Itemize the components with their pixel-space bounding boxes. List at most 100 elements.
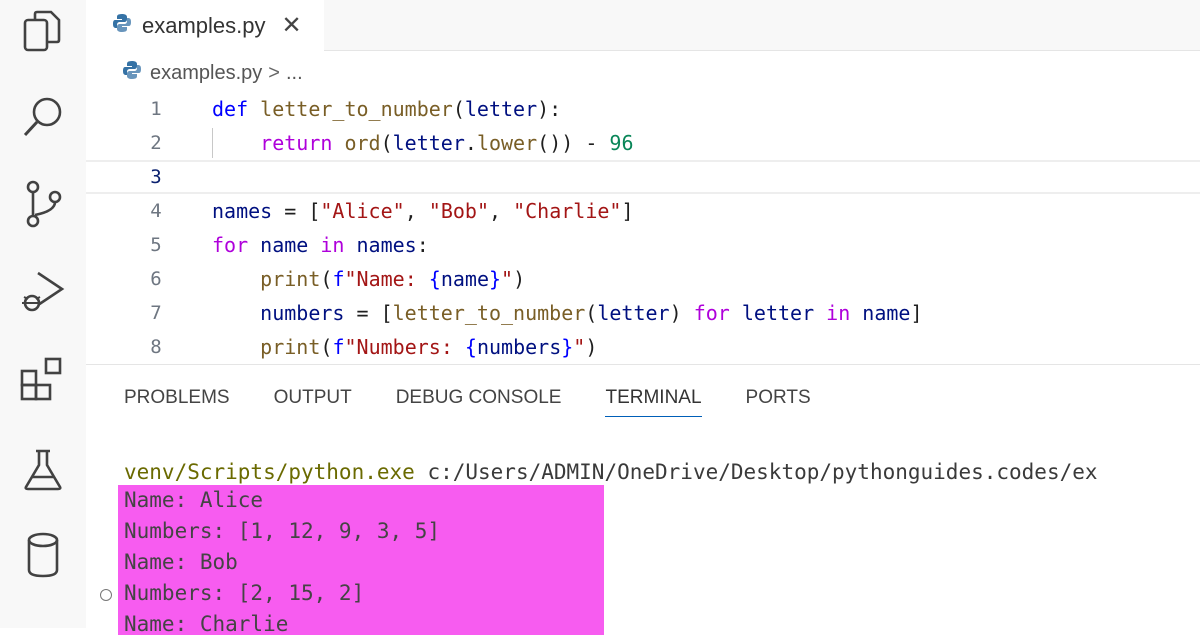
code-token: }	[489, 267, 502, 291]
close-icon[interactable]: ✕	[282, 13, 302, 38]
breadcrumb: examples.py > ...	[122, 58, 303, 88]
database-icon[interactable]	[0, 525, 86, 585]
code-token: ,	[404, 199, 429, 223]
code-token: name	[440, 267, 489, 291]
code-line: 1 def letter_to_number(letter):	[86, 92, 1200, 126]
code-token: )	[585, 335, 598, 359]
code-token: ]	[621, 199, 634, 223]
code-editor[interactable]: 1 def letter_to_number(letter): 2 return…	[86, 92, 1200, 364]
code-token: {	[428, 267, 441, 291]
source-control-icon[interactable]	[0, 174, 86, 234]
code-token: ):	[537, 97, 562, 121]
terminal-output-line: Name: Alice	[124, 488, 264, 512]
editor-tab[interactable]: examples.py ✕	[86, 0, 324, 51]
line-number: 6	[150, 268, 162, 290]
code-token: 96	[609, 131, 634, 155]
panel-tabs: PROBLEMS OUTPUT DEBUG CONSOLE TERMINAL P…	[124, 385, 855, 417]
code-token: }	[561, 335, 574, 359]
code-token: in	[320, 233, 357, 257]
tab-terminal[interactable]: TERMINAL	[605, 385, 702, 417]
code-token: letter_to_number	[260, 97, 453, 121]
code-token: def	[212, 97, 261, 121]
code-token: names	[356, 233, 417, 257]
code-token: lower	[476, 131, 538, 155]
code-token: letter	[597, 301, 670, 325]
code-token: .	[464, 131, 477, 155]
code-token: "Charlie"	[513, 199, 622, 223]
run-debug-icon[interactable]	[0, 262, 86, 322]
testing-icon[interactable]	[0, 440, 86, 500]
code-token: = [	[344, 301, 393, 325]
python-icon	[112, 13, 132, 38]
line-number: 2	[150, 132, 162, 154]
code-token: names	[212, 199, 273, 223]
explorer-icon[interactable]	[0, 2, 86, 62]
extensions-icon[interactable]	[0, 350, 86, 410]
code-token: letter	[741, 301, 827, 325]
code-token: name	[862, 301, 911, 325]
tab-debug-console[interactable]: DEBUG CONSOLE	[396, 385, 562, 417]
code-line: 4 names = ["Alice", "Bob", "Charlie"]	[86, 194, 1200, 228]
terminal-output: Name: Alice Numbers: [1, 12, 9, 3, 5] Na…	[118, 485, 604, 636]
code-token: ]	[910, 301, 923, 325]
code-token: (	[320, 267, 333, 291]
code-line: 8 print(f"Numbers: {numbers}")	[86, 330, 1200, 364]
terminal-command-path: c:/Users/ADMIN/OneDrive/Desktop/pythongu…	[414, 460, 1098, 484]
line-number: 3	[150, 166, 162, 188]
code-token: (	[380, 131, 393, 155]
code-token: name	[260, 233, 321, 257]
terminal-command: venv/Scripts/python.exe c:/Users/ADMIN/O…	[124, 460, 1098, 484]
code-token: ord	[344, 131, 381, 155]
tab-output[interactable]: OUTPUT	[274, 385, 352, 417]
tab-ports[interactable]: PORTS	[746, 385, 811, 417]
code-token: {	[464, 335, 477, 359]
command-decoration-icon[interactable]	[100, 589, 112, 601]
line-number: 1	[150, 98, 162, 120]
terminal-output-line: Name: Charlie	[124, 612, 289, 636]
code-token: letter	[392, 131, 465, 155]
code-token: return	[260, 131, 345, 155]
code-token: "Numbers:	[344, 335, 465, 359]
code-token: :	[416, 233, 429, 257]
tab-problems[interactable]: PROBLEMS	[124, 385, 230, 417]
code-token: "	[573, 335, 586, 359]
activity-bar	[0, 0, 86, 628]
code-token: numbers	[260, 301, 345, 325]
code-line: 5 for name in names:	[86, 228, 1200, 262]
python-icon	[122, 60, 142, 86]
breadcrumb-separator: >	[268, 61, 280, 84]
code-token: ,	[489, 199, 514, 223]
line-number: 4	[150, 200, 162, 222]
code-token: letter_to_number	[392, 301, 586, 325]
editor-tab-bar: examples.py ✕	[86, 0, 1200, 51]
line-number: 7	[150, 302, 162, 324]
code-token: letter	[464, 97, 538, 121]
code-token: "	[501, 267, 514, 291]
code-line: 7 numbers = [letter_to_number(letter) fo…	[86, 296, 1200, 330]
terminal-command-exe: venv/Scripts/python.exe	[124, 460, 415, 484]
breadcrumb-file[interactable]: examples.py	[150, 62, 262, 85]
code-token: = [	[272, 199, 321, 223]
code-token: "Alice"	[320, 199, 405, 223]
code-token: (	[585, 301, 598, 325]
code-token: f	[332, 267, 345, 291]
code-token: (	[320, 335, 333, 359]
code-token: in	[826, 301, 863, 325]
code-token: (	[452, 97, 465, 121]
tab-label: examples.py	[142, 12, 266, 38]
code-token: numbers	[476, 335, 562, 359]
code-token: "Name:	[344, 267, 429, 291]
code-token: print	[260, 267, 321, 291]
code-token: for	[212, 233, 261, 257]
code-token: )	[513, 267, 526, 291]
breadcrumb-ellipsis[interactable]: ...	[286, 62, 303, 85]
code-token: for	[693, 301, 742, 325]
line-number: 8	[150, 336, 162, 358]
code-token: ()) -	[537, 131, 610, 155]
code-token: print	[260, 335, 321, 359]
bottom-panel: PROBLEMS OUTPUT DEBUG CONSOLE TERMINAL P…	[86, 364, 1200, 636]
terminal-output-line: Numbers: [2, 15, 2]	[124, 581, 365, 605]
search-icon[interactable]	[0, 87, 86, 147]
code-token: "Bob"	[428, 199, 489, 223]
code-token: f	[332, 335, 345, 359]
